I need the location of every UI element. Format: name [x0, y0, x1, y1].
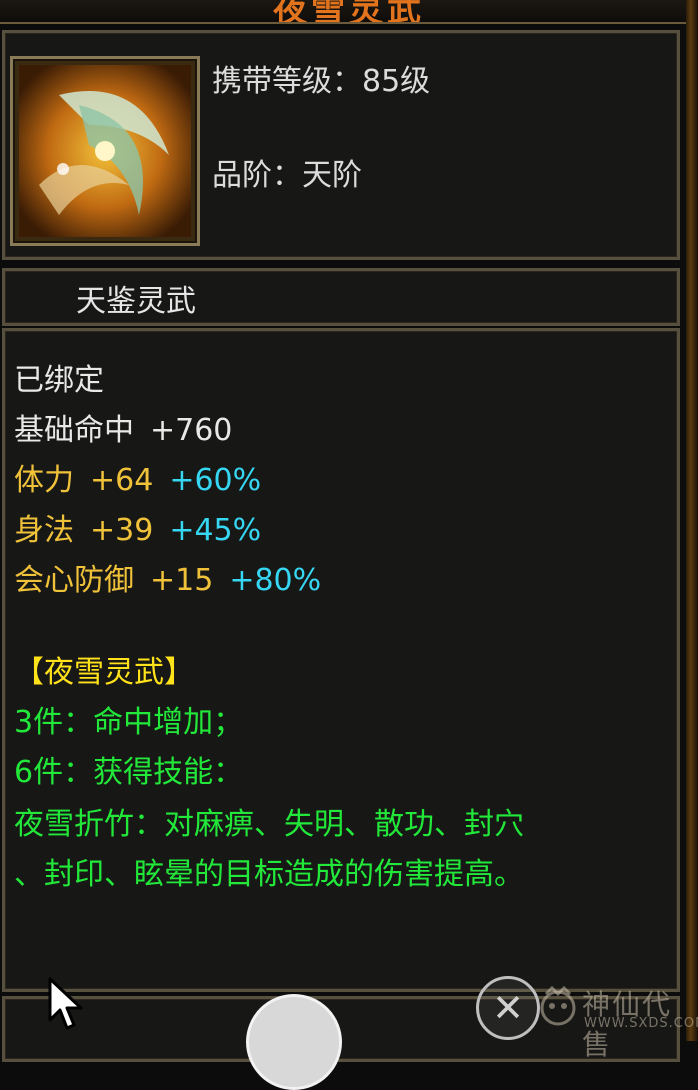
- set-title: 【夜雪灵武】: [14, 655, 194, 690]
- title-strip: 夜雪灵武: [0, 0, 698, 24]
- stat-row-hit: 基础命中 +760: [14, 414, 232, 448]
- mouse-cursor-icon: [48, 977, 83, 1030]
- bottom-panel: [2, 996, 680, 1062]
- stat-name: 基础命中: [14, 413, 134, 448]
- stat-base: +64: [90, 463, 154, 498]
- item-name: 天鉴灵武: [76, 284, 196, 319]
- bound-status: 已绑定: [14, 363, 104, 398]
- background-edge: [686, 0, 698, 1041]
- stat-base: +39: [90, 513, 154, 548]
- stat-row-stamina: 体力 +64 +60%: [14, 464, 261, 498]
- close-icon[interactable]: ✕: [476, 976, 540, 1040]
- grade-label: 品阶：: [212, 158, 302, 193]
- watermark-url: WWW.SXDS.COM: [584, 1016, 698, 1031]
- stat-name: 体力: [14, 463, 74, 498]
- watermark-logo-icon: [540, 985, 576, 1026]
- stat-name: 会心防御: [14, 563, 134, 598]
- stat-bonus: +60%: [169, 463, 262, 498]
- stat-bonus: +80%: [229, 563, 322, 598]
- stat-name: 身法: [14, 513, 74, 548]
- stat-row-crit-defense: 会心防御 +15 +80%: [14, 564, 321, 598]
- stat-row-agility: 身法 +39 +45%: [14, 514, 261, 548]
- weapon-icon: [10, 56, 200, 246]
- set-skill-line-2: 、封印、眩晕的目标造成的伤害提高。: [14, 857, 524, 892]
- grade-info: 品阶：天阶: [212, 150, 362, 194]
- level-value: 85级: [362, 64, 431, 99]
- level-label: 携带等级：: [212, 64, 362, 99]
- home-button[interactable]: [246, 994, 342, 1090]
- level-info: 携带等级：85级: [212, 56, 430, 100]
- set-skill-line-1: 夜雪折竹：对麻痹、失明、散功、封穴: [14, 807, 524, 842]
- stat-base: +15: [150, 563, 214, 598]
- set-bonus-3: 3件：命中增加；: [14, 705, 244, 740]
- item-title: 夜雪灵武: [273, 0, 425, 24]
- stat-base: +760: [150, 413, 233, 448]
- grade-value: 天阶: [302, 158, 362, 193]
- set-bonus-6: 6件：获得技能：: [14, 755, 244, 790]
- stat-bonus: +45%: [169, 513, 262, 548]
